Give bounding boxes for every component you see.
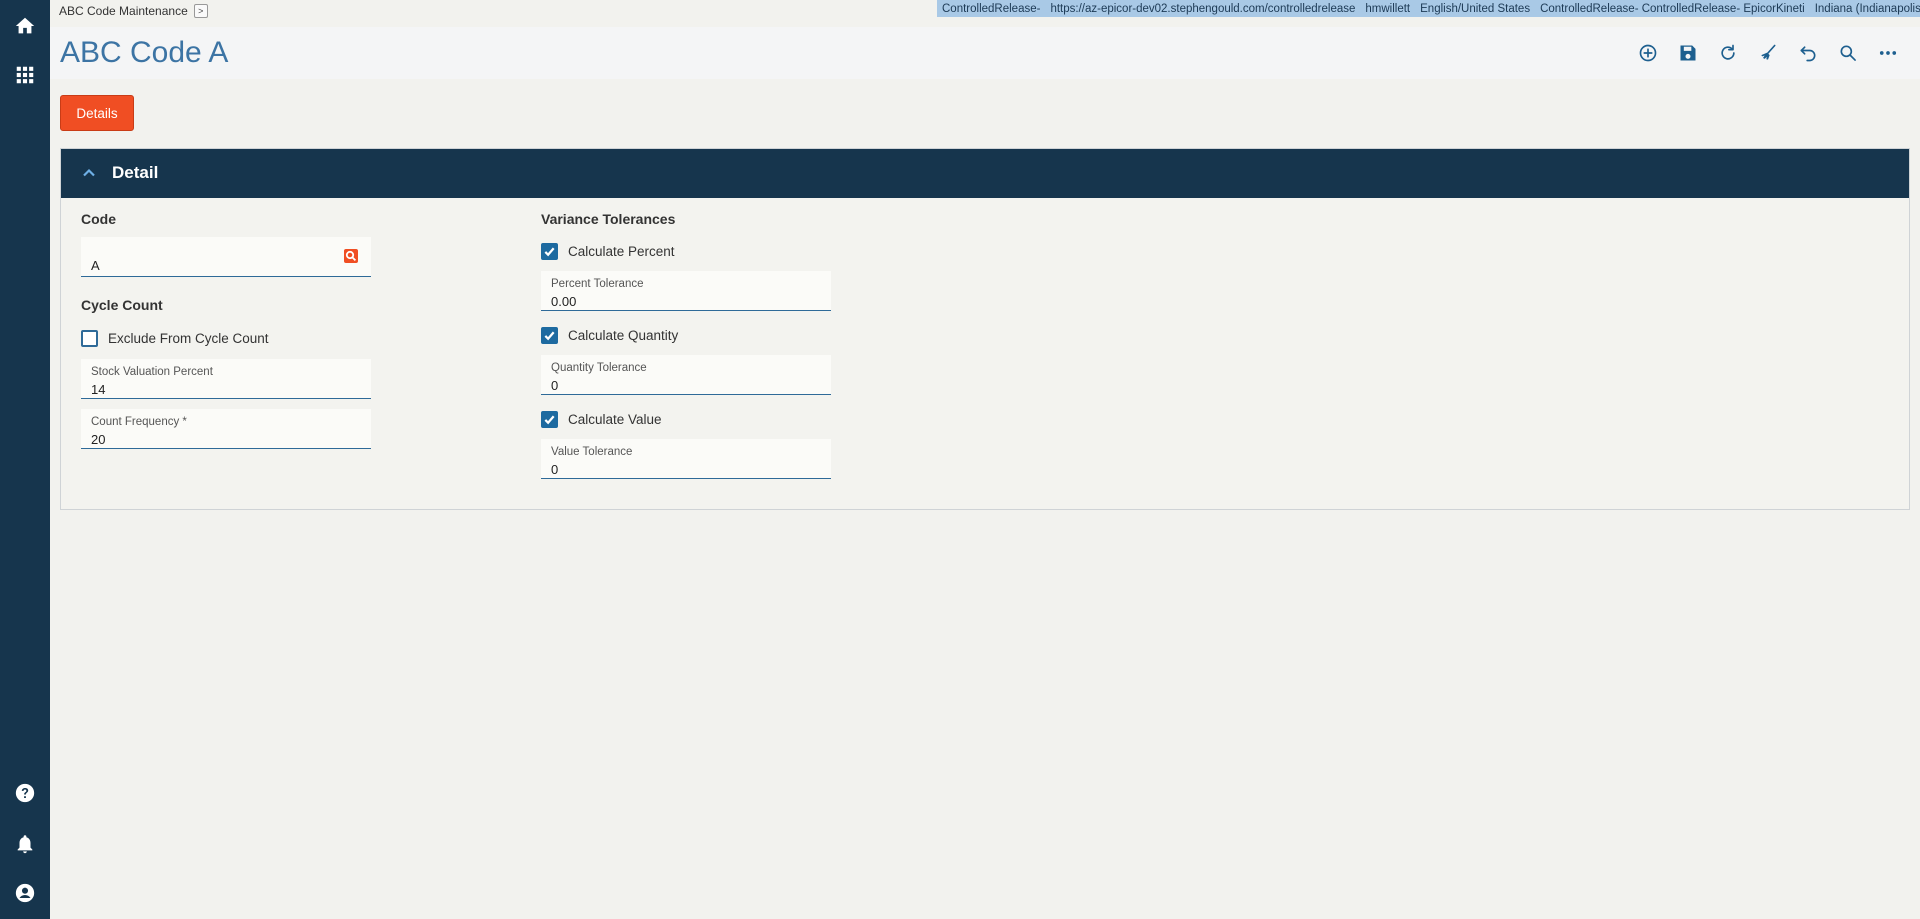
- home-icon[interactable]: [11, 12, 39, 40]
- details-button[interactable]: Details: [60, 95, 134, 131]
- code-label: Code: [81, 211, 116, 227]
- status-company: ControlledRelease- ControlledRelease- Ep…: [1540, 2, 1805, 15]
- title-bar: ABC Code A: [50, 27, 1920, 79]
- toolbar: [1636, 41, 1900, 65]
- quantity-tolerance-field[interactable]: Quantity Tolerance 0: [541, 355, 831, 395]
- calculate-quantity-checkbox[interactable]: Calculate Quantity: [541, 327, 678, 344]
- code-field[interactable]: A: [81, 237, 371, 277]
- user-account-icon[interactable]: [11, 879, 39, 907]
- calculate-value-text: Calculate Value: [568, 412, 662, 427]
- count-frequency-value: 20: [91, 432, 106, 447]
- cycle-count-label: Cycle Count: [81, 297, 163, 313]
- breadcrumb-expand-button[interactable]: >: [193, 4, 208, 18]
- left-nav-rail: [0, 0, 50, 919]
- calculate-quantity-box[interactable]: [541, 327, 558, 344]
- exclude-cycle-count-box[interactable]: [81, 330, 98, 347]
- refresh-icon[interactable]: [1716, 41, 1740, 65]
- collapse-chevron-icon[interactable]: [81, 165, 97, 181]
- count-frequency-field[interactable]: Count Frequency * 20: [81, 409, 371, 449]
- stock-valuation-percent-value: 14: [91, 382, 106, 397]
- breadcrumb-label[interactable]: ABC Code Maintenance: [59, 4, 188, 18]
- status-site: Indiana (Indianapolis): [1814, 2, 1920, 15]
- code-value: A: [91, 258, 100, 273]
- add-new-icon[interactable]: [1636, 41, 1660, 65]
- page-title: ABC Code A: [60, 36, 229, 69]
- value-tolerance-field[interactable]: Value Tolerance 0: [541, 439, 831, 479]
- status-user: hmwillett: [1365, 2, 1411, 15]
- exclude-cycle-count-text: Exclude From Cycle Count: [108, 331, 269, 346]
- exclude-cycle-count-checkbox[interactable]: Exclude From Cycle Count: [81, 330, 269, 347]
- stock-valuation-percent-label: Stock Valuation Percent: [91, 366, 213, 378]
- panel-title: Detail: [112, 163, 159, 182]
- save-icon[interactable]: [1676, 41, 1700, 65]
- detail-panel: Detail Code A Cycle Count Exclude From C…: [60, 148, 1910, 510]
- search-icon[interactable]: [1836, 41, 1860, 65]
- value-tolerance-value: 0: [551, 462, 559, 477]
- percent-tolerance-field[interactable]: Percent Tolerance 0.00: [541, 271, 831, 311]
- calculate-percent-text: Calculate Percent: [568, 244, 675, 259]
- detail-panel-header[interactable]: Detail: [61, 149, 1909, 198]
- status-language: English/United States: [1420, 2, 1531, 15]
- apps-grid-icon[interactable]: [11, 61, 39, 89]
- status-url: https://az-epicor-dev02.stephengould.com…: [1050, 2, 1356, 15]
- percent-tolerance-value: 0.00: [551, 294, 577, 309]
- help-icon[interactable]: [11, 779, 39, 807]
- status-environment: ControlledRelease-: [942, 2, 1041, 15]
- stock-valuation-percent-field[interactable]: Stock Valuation Percent 14: [81, 359, 371, 399]
- undo-icon[interactable]: [1796, 41, 1820, 65]
- session-status-bar: ControlledRelease- https://az-epicor-dev…: [937, 0, 1920, 17]
- calculate-percent-box[interactable]: [541, 243, 558, 260]
- value-tolerance-label: Value Tolerance: [551, 446, 633, 458]
- quantity-tolerance-label: Quantity Tolerance: [551, 362, 647, 374]
- more-icon[interactable]: [1876, 41, 1900, 65]
- calculate-value-checkbox[interactable]: Calculate Value: [541, 411, 662, 428]
- calculate-quantity-text: Calculate Quantity: [568, 328, 679, 343]
- breadcrumb: ABC Code Maintenance >: [59, 3, 208, 19]
- variance-tolerances-label: Variance Tolerances: [541, 211, 676, 227]
- calculate-percent-checkbox[interactable]: Calculate Percent: [541, 243, 675, 260]
- calculate-value-box[interactable]: [541, 411, 558, 428]
- quantity-tolerance-value: 0: [551, 378, 559, 393]
- count-frequency-label: Count Frequency *: [91, 416, 187, 428]
- code-search-icon[interactable]: [343, 248, 359, 264]
- percent-tolerance-label: Percent Tolerance: [551, 278, 644, 290]
- notifications-bell-icon[interactable]: [11, 830, 39, 858]
- clear-icon[interactable]: [1756, 41, 1780, 65]
